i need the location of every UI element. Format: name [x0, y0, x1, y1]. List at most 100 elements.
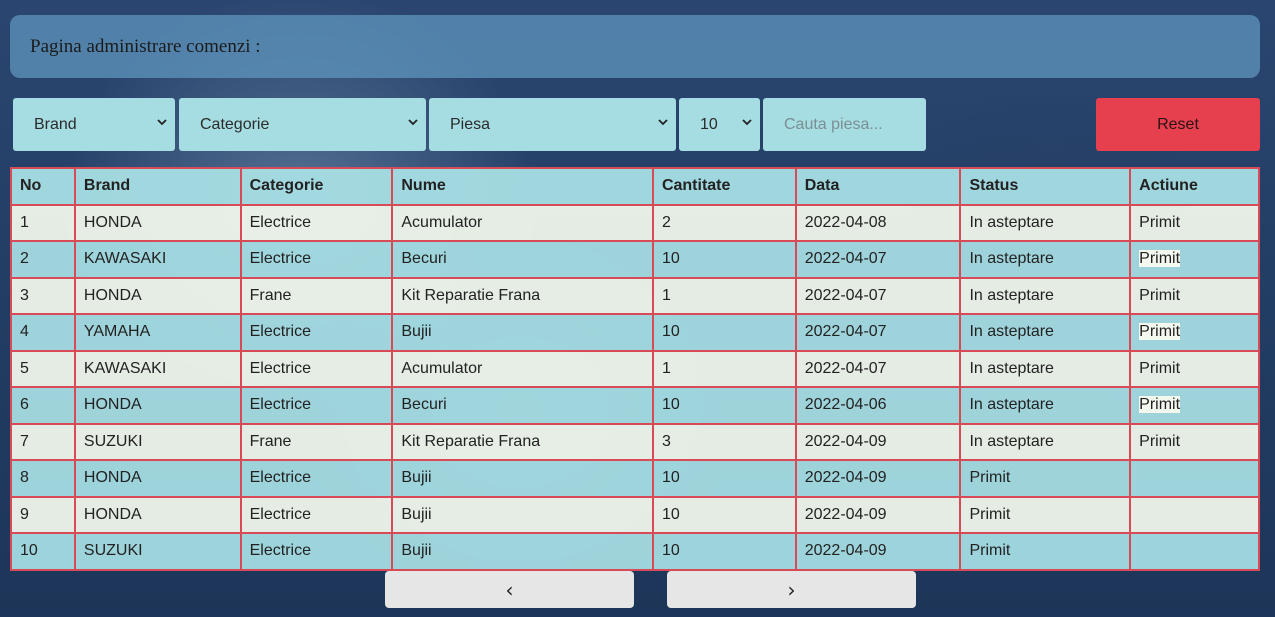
brand-select-value: Brand: [34, 115, 77, 133]
cell-brand: HONDA: [73, 386, 242, 425]
cell-status: In asteptare: [959, 203, 1132, 242]
cell-cantitate: 1: [651, 276, 797, 315]
cell-nume: Acumulator: [391, 349, 654, 388]
cell-nume: Kit Reparatie Frana: [391, 276, 654, 315]
table-row: 5 KAWASAKI Electrice Acumulator 1 2022-0…: [10, 349, 1260, 388]
next-page-button[interactable]: ›: [667, 571, 916, 608]
cell-status: In asteptare: [959, 276, 1132, 315]
header-brand: Brand: [73, 167, 242, 206]
cell-status: Primit: [959, 532, 1132, 571]
cell-data: 2022-04-08: [794, 203, 962, 242]
cell-status: In asteptare: [959, 422, 1132, 461]
primit-action-link[interactable]: Primit: [1139, 323, 1181, 341]
cell-brand: SUZUKI: [73, 422, 242, 461]
cell-nume: Bujii: [391, 459, 654, 498]
filter-bar: Brand Categorie Piesa 10 Reset: [13, 98, 1260, 151]
header-no: No: [10, 167, 76, 206]
cell-actiune: Primit: [1129, 386, 1260, 425]
header-actiune: Actiune: [1129, 167, 1260, 206]
table-header-row: No Brand Categorie Nume Cantitate Data S…: [10, 167, 1260, 206]
table-row: 1 HONDA Electrice Acumulator 2 2022-04-0…: [10, 203, 1260, 242]
cell-status: Primit: [959, 459, 1132, 498]
cell-nume: Bujii: [391, 313, 654, 352]
cell-nume: Becuri: [391, 240, 654, 279]
cell-actiune: [1129, 532, 1260, 571]
primit-action-link[interactable]: Primit: [1139, 360, 1180, 377]
cell-categorie: Electrice: [239, 386, 394, 425]
search-input[interactable]: [763, 98, 926, 151]
table-row: 2 KAWASAKI Electrice Becuri 10 2022-04-0…: [10, 240, 1260, 279]
cell-nume: Bujii: [391, 532, 654, 571]
cell-data: 2022-04-07: [794, 313, 962, 352]
cell-data: 2022-04-09: [794, 532, 962, 571]
table-row: 9 HONDA Electrice Bujii 10 2022-04-09 Pr…: [10, 495, 1260, 534]
cell-no: 7: [10, 422, 76, 461]
cell-no: 10: [10, 532, 76, 571]
piesa-select-value: Piesa: [450, 115, 491, 133]
cell-brand: YAMAHA: [73, 313, 242, 352]
brand-select[interactable]: Brand: [13, 98, 175, 151]
primit-action-link[interactable]: Primit: [1139, 214, 1180, 231]
page-header: Pagina administrare comenzi :: [10, 15, 1260, 78]
header-data: Data: [794, 167, 962, 206]
cell-cantitate: 10: [651, 313, 797, 352]
cell-brand: HONDA: [73, 203, 242, 242]
cell-cantitate: 10: [651, 459, 797, 498]
cell-nume: Kit Reparatie Frana: [391, 422, 654, 461]
cell-brand: KAWASAKI: [73, 349, 242, 388]
cell-actiune: Primit: [1129, 422, 1260, 461]
chevron-down-icon: [408, 119, 418, 126]
cell-nume: Becuri: [391, 386, 654, 425]
cell-cantitate: 3: [651, 422, 797, 461]
header-status: Status: [959, 167, 1132, 206]
cell-data: 2022-04-09: [794, 495, 962, 534]
reset-button[interactable]: Reset: [1096, 98, 1260, 151]
cell-cantitate: 2: [651, 203, 797, 242]
primit-action-link[interactable]: Primit: [1139, 287, 1180, 304]
cell-actiune: Primit: [1129, 313, 1260, 352]
primit-action-link[interactable]: Primit: [1139, 250, 1181, 268]
orders-table: No Brand Categorie Nume Cantitate Data S…: [10, 167, 1260, 571]
cell-categorie: Frane: [239, 422, 394, 461]
cell-actiune: Primit: [1129, 276, 1260, 315]
cell-status: In asteptare: [959, 386, 1132, 425]
primit-action-link[interactable]: Primit: [1139, 396, 1181, 414]
cell-data: 2022-04-09: [794, 422, 962, 461]
cell-status: In asteptare: [959, 349, 1132, 388]
chevron-left-icon: ‹: [505, 577, 514, 602]
cell-brand: KAWASAKI: [73, 240, 242, 279]
cell-no: 6: [10, 386, 76, 425]
categorie-select[interactable]: Categorie: [179, 98, 426, 151]
piesa-select[interactable]: Piesa: [429, 98, 676, 151]
primit-action-link[interactable]: Primit: [1139, 433, 1180, 450]
cell-no: 9: [10, 495, 76, 534]
per-page-value: 10: [700, 115, 718, 133]
cell-categorie: Electrice: [239, 240, 394, 279]
table-row: 8 HONDA Electrice Bujii 10 2022-04-09 Pr…: [10, 459, 1260, 498]
chevron-down-icon: [742, 119, 752, 126]
per-page-select[interactable]: 10: [679, 98, 760, 151]
cell-brand: HONDA: [73, 276, 242, 315]
table-row: 6 HONDA Electrice Becuri 10 2022-04-06 I…: [10, 386, 1260, 425]
cell-categorie: Electrice: [239, 459, 394, 498]
cell-actiune: Primit: [1129, 203, 1260, 242]
cell-cantitate: 1: [651, 349, 797, 388]
prev-page-button[interactable]: ‹: [385, 571, 634, 608]
header-nume: Nume: [391, 167, 654, 206]
cell-categorie: Electrice: [239, 532, 394, 571]
cell-no: 8: [10, 459, 76, 498]
cell-categorie: Electrice: [239, 349, 394, 388]
cell-actiune: [1129, 495, 1260, 534]
cell-cantitate: 10: [651, 386, 797, 425]
cell-data: 2022-04-09: [794, 459, 962, 498]
table-row: 3 HONDA Frane Kit Reparatie Frana 1 2022…: [10, 276, 1260, 315]
cell-data: 2022-04-07: [794, 240, 962, 279]
cell-no: 2: [10, 240, 76, 279]
cell-nume: Acumulator: [391, 203, 654, 242]
cell-cantitate: 10: [651, 240, 797, 279]
cell-no: 4: [10, 313, 76, 352]
cell-categorie: Electrice: [239, 495, 394, 534]
cell-actiune: Primit: [1129, 240, 1260, 279]
cell-status: In asteptare: [959, 240, 1132, 279]
cell-categorie: Electrice: [239, 203, 394, 242]
